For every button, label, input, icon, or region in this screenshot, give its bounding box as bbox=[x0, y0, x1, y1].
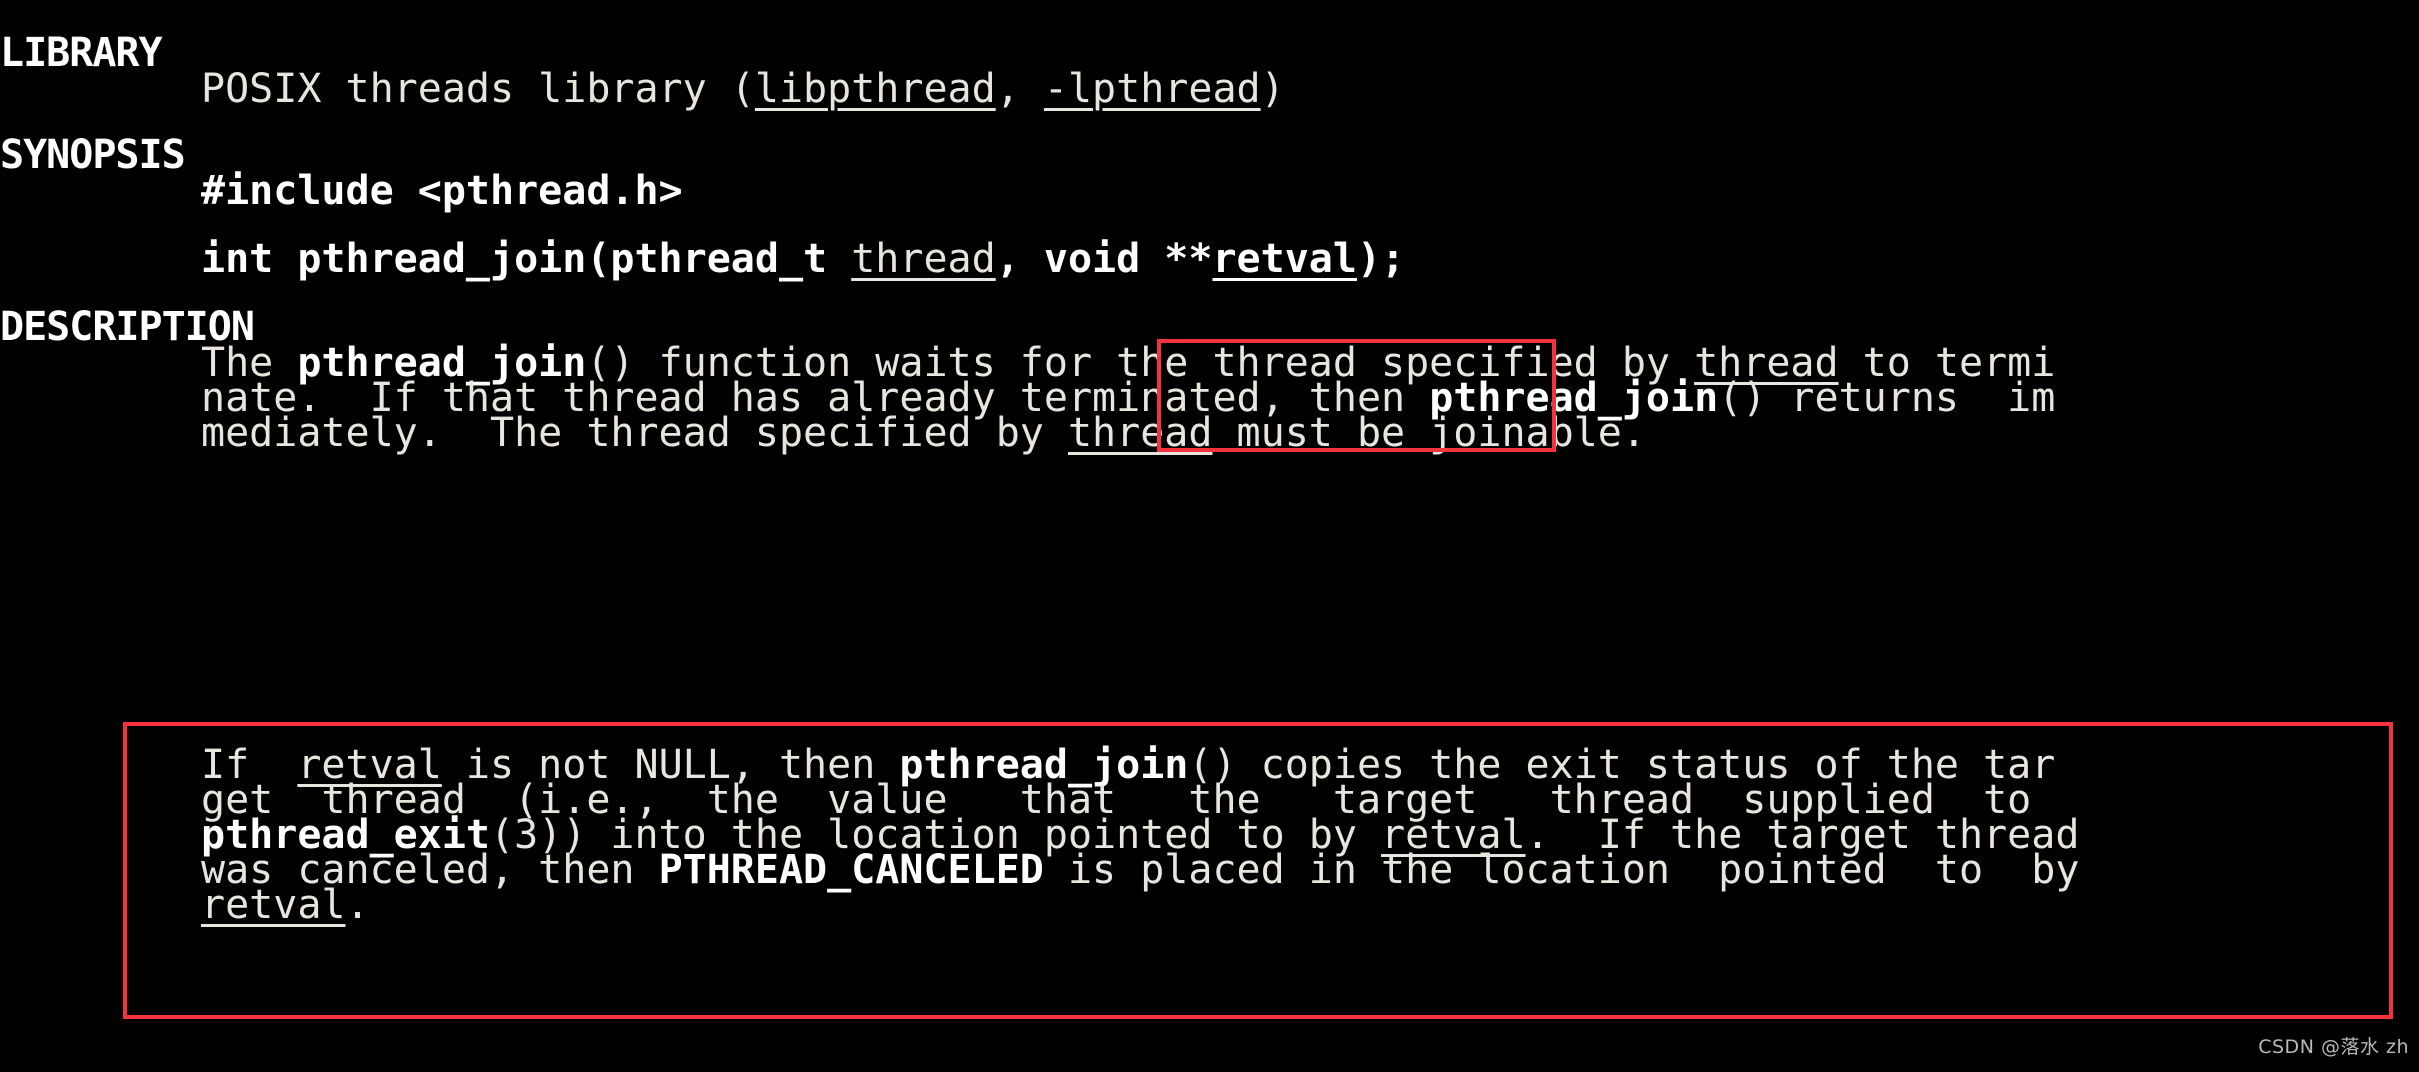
csdn-watermark: CSDN @落水 zh bbox=[2258, 1036, 2409, 1058]
synopsis-include-line: #include <pthread.h> bbox=[0, 166, 683, 216]
desc-p2-l4-const-pthread-canceled: PTHREAD_CANCELED bbox=[658, 847, 1044, 893]
prototype-param-thread: thread bbox=[851, 236, 996, 282]
desc-p1-l2-b: () returns im bbox=[1718, 375, 2056, 421]
libpthread-link: libpthread bbox=[754, 66, 996, 112]
description-paragraph2-line5: retval. bbox=[0, 880, 370, 930]
library-body-line: POSIX threads library (libpthread, -lpth… bbox=[0, 64, 1285, 114]
synopsis-prototype-line: int pthread_join(pthread_t thread, void … bbox=[0, 234, 1405, 284]
lpthread-flag-link: -lpthread bbox=[1043, 66, 1261, 112]
desc-p2-l5-b: . bbox=[345, 882, 370, 928]
desc-p1-l3-arg-thread: thread bbox=[1067, 410, 1213, 456]
prototype-param-retval: retval bbox=[1212, 236, 1357, 282]
library-body-mid: , bbox=[995, 66, 1044, 112]
desc-p1-l3-b: must be joinable. bbox=[1212, 410, 1646, 456]
description-paragraph1-line3: mediately. The thread specified by threa… bbox=[0, 408, 1646, 458]
prototype-param-type-void: void ** bbox=[1043, 236, 1213, 282]
terminal-man-page: LIBRARY POSIX threads library (libpthrea… bbox=[0, 0, 2419, 1058]
prototype-return-and-name: int pthread_join(pthread_t bbox=[201, 236, 852, 282]
desc-p2-l5-arg-retval: retval bbox=[201, 882, 346, 928]
desc-p2-l4-b: is placed in the location pointed to by bbox=[1043, 847, 2080, 893]
include-directive: #include <pthread.h> bbox=[201, 168, 683, 214]
desc-p1-l3-a: mediately. The thread specified by bbox=[201, 410, 1068, 456]
prototype-tail: ); bbox=[1356, 236, 1406, 282]
library-body-prefix: POSIX threads library ( bbox=[201, 66, 755, 112]
library-body-suffix: ) bbox=[1260, 66, 1285, 112]
prototype-separator: , bbox=[995, 236, 1044, 282]
